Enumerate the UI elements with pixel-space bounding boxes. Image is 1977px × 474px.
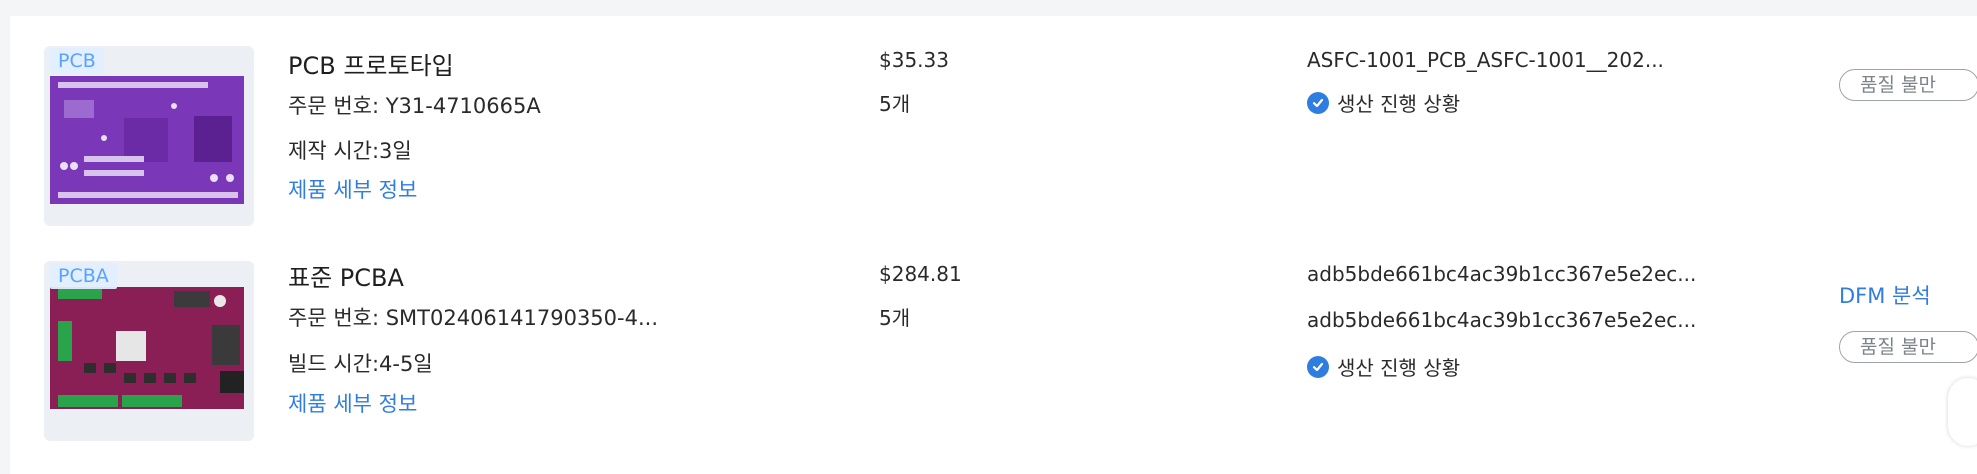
price: $35.33 xyxy=(879,48,949,72)
lead-time: 빌드 시간:4-5일 xyxy=(288,352,433,376)
check-circle-icon xyxy=(1307,355,1329,378)
product-title: PCB 프로토타입 xyxy=(288,52,454,80)
price: $284.81 xyxy=(879,262,962,286)
file-name-1[interactable]: adb5bde661bc4ac39b1cc367e5e2ec... xyxy=(1307,262,1696,286)
production-status[interactable]: 생산 진행 상황 xyxy=(1307,88,1460,117)
product-details-link[interactable]: 제품 세부 정보 xyxy=(288,388,417,418)
check-circle-icon xyxy=(1307,91,1329,114)
lead-time: 제작 시간:3일 xyxy=(288,139,412,163)
production-status-label: 생산 진행 상황 xyxy=(1337,92,1461,116)
pcb-thumbnail[interactable]: PCB xyxy=(44,46,254,226)
quantity: 5개 xyxy=(879,306,911,330)
order-number: 주문 번호: Y31-4710665A xyxy=(288,94,541,118)
product-title: 표준 PCBA xyxy=(288,264,404,292)
order-number: 주문 번호: SMT02406141790350-4... xyxy=(288,306,658,330)
product-type-tag: PCB xyxy=(50,48,104,74)
order-list-card: PCB PCB 프로토타입 주문 번호: Y31-4710665A 제작 시간:… xyxy=(10,16,1977,474)
product-type-tag: PCBA xyxy=(50,263,117,289)
product-details-link[interactable]: 제품 세부 정보 xyxy=(288,174,417,204)
production-status-label: 생산 진행 상황 xyxy=(1337,356,1461,380)
pcba-thumbnail[interactable]: PCBA xyxy=(44,261,254,441)
dfm-analysis-link[interactable]: DFM 분석 xyxy=(1839,280,1931,310)
floating-scroll-handle[interactable] xyxy=(1948,378,1977,446)
file-name[interactable]: ASFC-1001_PCB_ASFC-1001__202... xyxy=(1307,48,1664,72)
quality-complaint-button[interactable]: 품질 불만 xyxy=(1839,69,1977,101)
quantity: 5개 xyxy=(879,92,911,116)
production-status[interactable]: 생산 진행 상황 xyxy=(1307,352,1460,381)
file-name-2[interactable]: adb5bde661bc4ac39b1cc367e5e2ec... xyxy=(1307,308,1696,332)
quality-complaint-button[interactable]: 품질 불만 xyxy=(1839,331,1977,363)
